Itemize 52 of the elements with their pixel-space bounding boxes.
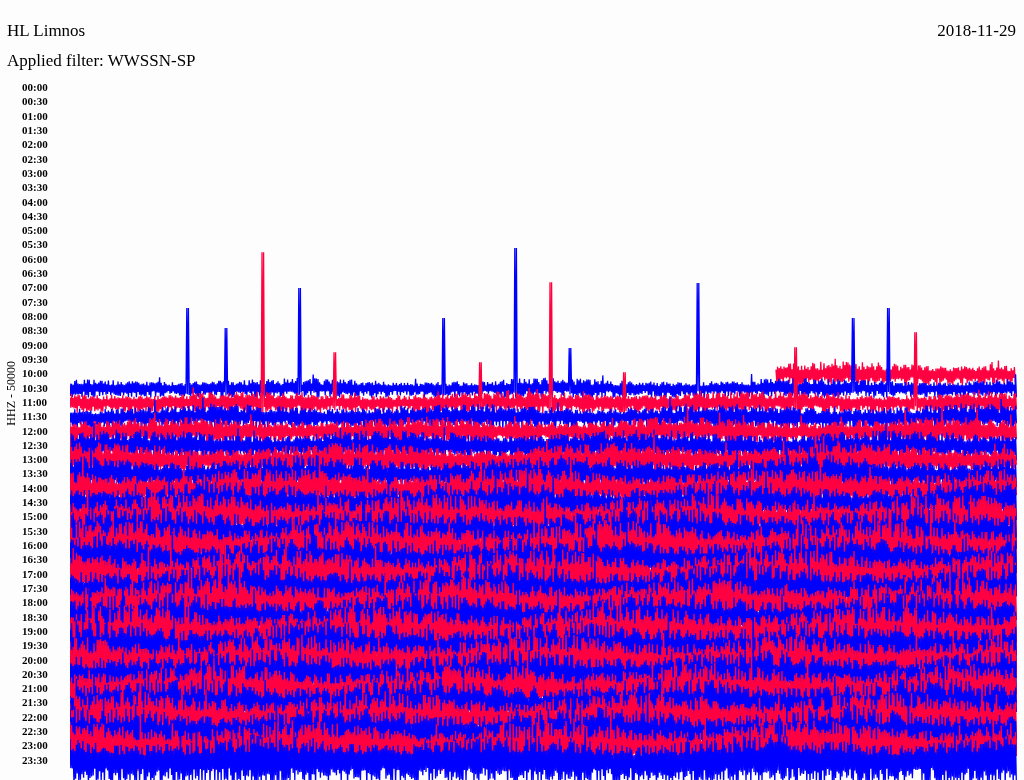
- station-name: HL Limnos: [7, 21, 86, 41]
- time-label: 12:30: [22, 437, 49, 453]
- time-label: 08:00: [22, 309, 49, 324]
- time-label: 06:30: [22, 266, 49, 281]
- filter-label: Applied filter: WWSSN-SP: [7, 51, 197, 71]
- time-label: 06:00: [22, 251, 49, 267]
- time-label: 22:00: [22, 709, 49, 725]
- time-label: 01:00: [22, 108, 49, 123]
- time-label: 16:30: [22, 552, 49, 567]
- channel-label: HHZ - 50000: [3, 360, 19, 426]
- time-label: 10:00: [22, 366, 49, 381]
- time-label: 04:00: [22, 194, 49, 209]
- time-label: 12:00: [22, 423, 49, 438]
- time-label: 15:30: [22, 523, 49, 538]
- time-label: 16:00: [22, 538, 49, 553]
- time-label: 17:00: [22, 566, 49, 581]
- time-label: 23:00: [22, 738, 49, 753]
- time-label: 07:00: [22, 280, 49, 295]
- time-label: 18:30: [22, 609, 49, 624]
- time-label: 14:00: [22, 480, 49, 496]
- time-label: 20:30: [22, 666, 49, 682]
- time-label: 22:30: [22, 724, 49, 739]
- time-label: 02:30: [22, 151, 49, 166]
- time-label: 05:00: [22, 223, 49, 238]
- time-label: 02:00: [22, 137, 49, 152]
- time-label: 03:30: [22, 180, 49, 195]
- time-label: 19:30: [22, 638, 49, 653]
- time-label: 03:00: [22, 165, 49, 181]
- time-label: 20:00: [22, 652, 49, 667]
- time-label: 15:00: [22, 509, 49, 524]
- time-label: 17:30: [22, 580, 49, 596]
- time-label: 11:30: [22, 409, 49, 424]
- time-label: 13:30: [22, 466, 49, 481]
- time-label: 04:30: [22, 208, 49, 224]
- time-label: 05:30: [22, 237, 49, 252]
- time-label: 21:30: [22, 695, 49, 710]
- time-label: 08:30: [22, 323, 49, 338]
- time-label: 00:30: [22, 94, 49, 109]
- time-label: 11:00: [22, 394, 49, 410]
- time-label: 00:00: [22, 80, 49, 95]
- time-label: 07:30: [22, 294, 49, 309]
- date-label: 2018-11-29: [937, 21, 1016, 41]
- time-label: 14:30: [22, 495, 49, 510]
- time-label: 01:30: [22, 122, 49, 138]
- time-label: 19:00: [22, 623, 49, 639]
- time-label: 09:00: [22, 337, 49, 352]
- time-label: 10:30: [22, 380, 49, 395]
- time-label: 23:30: [22, 752, 49, 767]
- time-label: 09:30: [22, 351, 49, 367]
- time-label: 18:00: [22, 595, 49, 610]
- time-label: 21:00: [22, 681, 49, 696]
- time-label: 13:00: [22, 452, 49, 467]
